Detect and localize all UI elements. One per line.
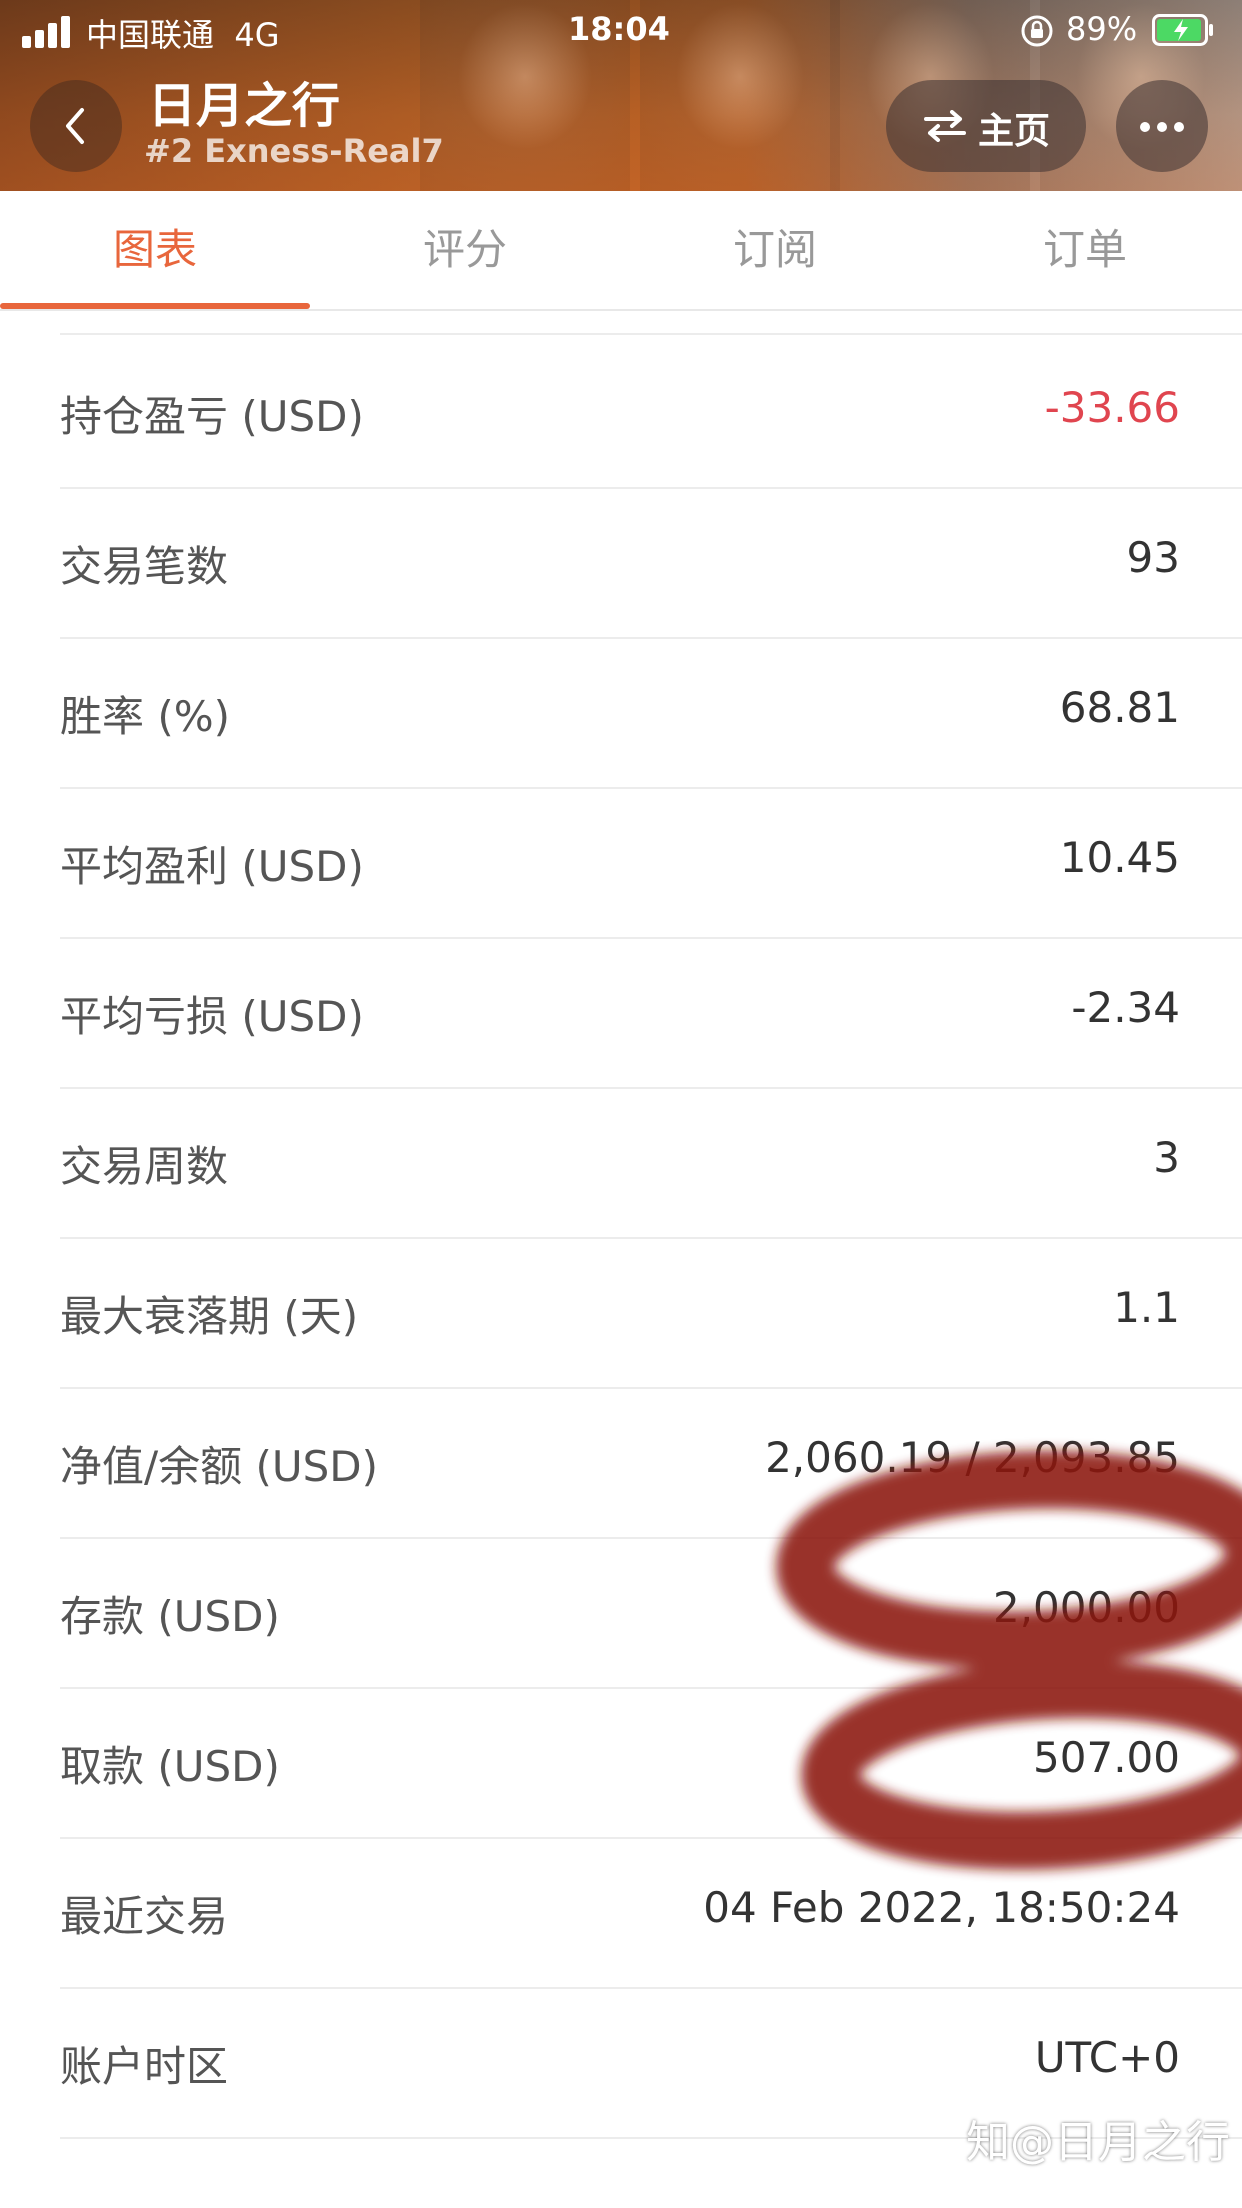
- tab-subscribe[interactable]: 订阅: [620, 191, 930, 309]
- active-tab-indicator: [0, 303, 310, 309]
- stat-row-trading-weeks: 交易周数 3: [60, 1087, 1242, 1239]
- home-button[interactable]: 主页: [886, 80, 1086, 172]
- stat-value: 507.00: [1033, 1733, 1180, 1782]
- stat-value: 68.81: [1059, 683, 1180, 732]
- stat-row-trade-count: 交易笔数 93: [60, 487, 1242, 639]
- divider: [60, 333, 1242, 335]
- back-button[interactable]: [30, 80, 122, 172]
- stat-label: 账户时区: [60, 2042, 229, 2091]
- tab-orders[interactable]: 订单: [930, 191, 1240, 309]
- tab-chart[interactable]: 图表: [0, 191, 310, 309]
- stat-label: 平均盈利 (USD): [60, 842, 364, 891]
- stat-value: -33.66: [1044, 383, 1180, 432]
- more-button[interactable]: [1116, 80, 1208, 172]
- stat-label: 最近交易: [60, 1892, 229, 1941]
- stat-label: 持仓盈亏 (USD): [60, 392, 364, 441]
- battery-percent: 89%: [1066, 10, 1138, 48]
- stat-value: 04 Feb 2022, 18:50:24: [703, 1883, 1180, 1932]
- account-subtitle: #2 Exness-Real7: [144, 132, 444, 170]
- home-button-label: 主页: [978, 111, 1051, 152]
- stat-value: 2,000.00: [992, 1583, 1180, 1632]
- stat-label: 取款 (USD): [60, 1742, 280, 1791]
- stat-row-avg-profit: 平均盈利 (USD) 10.45: [60, 787, 1242, 939]
- tab-bar: 图表 评分 订阅 订单: [0, 191, 1242, 311]
- page-title: 日月之行: [148, 78, 341, 134]
- stat-value: -2.34: [1071, 983, 1180, 1032]
- stat-label: 胜率 (%): [60, 692, 231, 741]
- status-bar: 中国联通 4G 18:04 89%: [0, 0, 1242, 62]
- battery-charging-icon: [1152, 14, 1213, 46]
- stat-value: UTC+0: [1034, 2033, 1180, 2082]
- signal-icon: [22, 14, 72, 48]
- stat-row-last-trade: 最近交易 04 Feb 2022, 18:50:24: [60, 1837, 1242, 1989]
- chevron-left-icon: [66, 108, 84, 144]
- stat-label: 净值/余额 (USD): [60, 1442, 379, 1491]
- stat-row-avg-loss: 平均亏损 (USD) -2.34: [60, 937, 1242, 1089]
- stat-label: 交易笔数: [60, 542, 229, 591]
- stat-row-deposit: 存款 (USD) 2,000.00: [60, 1537, 1242, 1689]
- stat-label: 存款 (USD): [60, 1592, 280, 1641]
- stat-label: 最大衰落期 (天): [60, 1292, 359, 1341]
- stat-value: 10.45: [1059, 833, 1180, 882]
- stat-row-withdrawal: 取款 (USD) 507.00: [60, 1687, 1242, 1839]
- swap-arrows-icon: [924, 110, 966, 142]
- carrier: 中国联通 4G: [86, 16, 280, 54]
- watermark: 知@日月之行: [966, 2117, 1230, 2168]
- stat-label: 平均亏损 (USD): [60, 992, 364, 1041]
- header: 中国联通 4G 18:04 89% 日月之行 #2 Exness-Real7 主…: [0, 0, 1242, 191]
- stat-row-equity-balance: 净值/余额 (USD) 2,060.19 / 2,093.85: [60, 1387, 1242, 1539]
- stat-value: 3: [1153, 1133, 1180, 1182]
- stat-value: 93: [1126, 533, 1180, 582]
- stat-row-floating-pnl: 持仓盈亏 (USD) -33.66: [60, 337, 1242, 489]
- stat-row-win-rate: 胜率 (%) 68.81: [60, 637, 1242, 789]
- rotation-lock-icon: [1021, 15, 1053, 47]
- stat-label: 交易周数: [60, 1142, 229, 1191]
- tab-rating[interactable]: 评分: [310, 191, 620, 309]
- stat-value: 1.1: [1113, 1283, 1180, 1332]
- clock: 18:04: [568, 10, 670, 48]
- stat-row-max-drawdown-days: 最大衰落期 (天) 1.1: [60, 1237, 1242, 1389]
- stat-value: 2,060.19 / 2,093.85: [765, 1433, 1180, 1482]
